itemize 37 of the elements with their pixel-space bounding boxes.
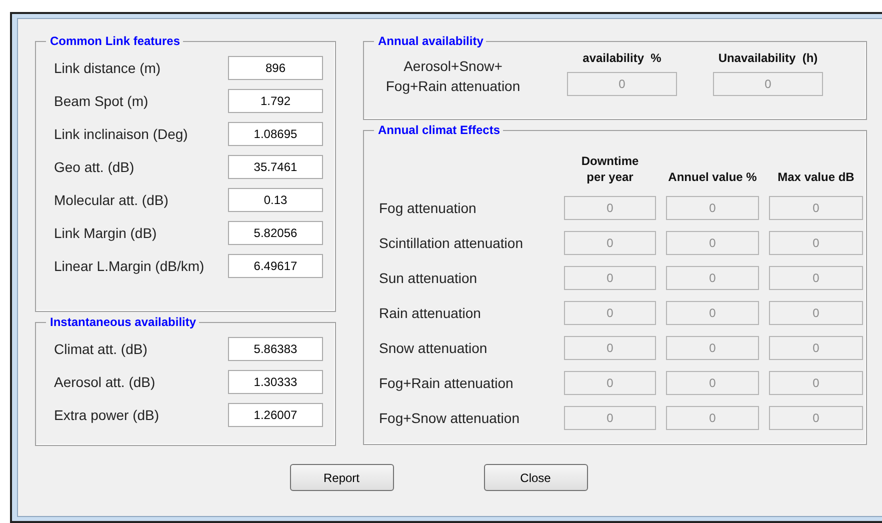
column-header: Max value dB xyxy=(778,169,854,185)
input-field[interactable]: 1.26007 xyxy=(228,403,323,427)
dialog-button[interactable]: Report xyxy=(290,464,394,491)
input-field[interactable]: 896 xyxy=(228,56,323,80)
field-label: Aerosol att. (dB) xyxy=(54,374,156,390)
field-label: Geo att. (dB) xyxy=(54,159,134,175)
field-label: Link Margin (dB) xyxy=(54,225,157,241)
input-field[interactable]: 35.7461 xyxy=(228,155,323,179)
field-label: Climat att. (dB) xyxy=(54,341,148,357)
column-header: Unavailability (h) xyxy=(718,50,818,66)
input-field[interactable]: 6.49617 xyxy=(228,254,323,278)
input-field[interactable]: 0.13 xyxy=(228,188,323,212)
row-label: Sun attenuation xyxy=(379,270,478,286)
input-field[interactable]: 5.82056 xyxy=(228,221,323,245)
input-field[interactable]: 1.08695 xyxy=(228,122,323,146)
column-header: availability % xyxy=(582,50,662,66)
column-header: Annuel value % xyxy=(668,169,757,185)
row-label: Snow attenuation xyxy=(379,340,488,356)
dialog-button[interactable]: Close xyxy=(484,464,588,491)
input-field[interactable]: 5.86383 xyxy=(228,337,323,361)
row-label: Fog+Snow attenuation xyxy=(379,410,520,426)
column-header: Downtime per year xyxy=(581,153,639,185)
group-title: Annual availability xyxy=(374,33,486,49)
field-label: Link distance (m) xyxy=(54,60,161,76)
field-label: Aerosol+Snow+ Fog+Rain attenuation xyxy=(384,57,522,96)
field-label: Link inclinaison (Deg) xyxy=(54,126,188,142)
group-title: Instantaneous availability xyxy=(46,314,200,330)
row-label: Fog+Rain attenuation xyxy=(379,375,514,391)
field-label: Extra power (dB) xyxy=(54,407,160,423)
field-label: Molecular att. (dB) xyxy=(54,192,168,208)
input-field[interactable]: 1.30333 xyxy=(228,370,323,394)
input-field[interactable]: 1.792 xyxy=(228,89,323,113)
field-label: Linear L.Margin (dB/km) xyxy=(54,258,204,274)
row-label: Fog attenuation xyxy=(379,200,478,216)
row-label: Rain attenuation xyxy=(379,305,482,321)
row-label: Scintillation attenuation xyxy=(379,235,524,251)
field-label: Beam Spot (m) xyxy=(54,93,148,109)
